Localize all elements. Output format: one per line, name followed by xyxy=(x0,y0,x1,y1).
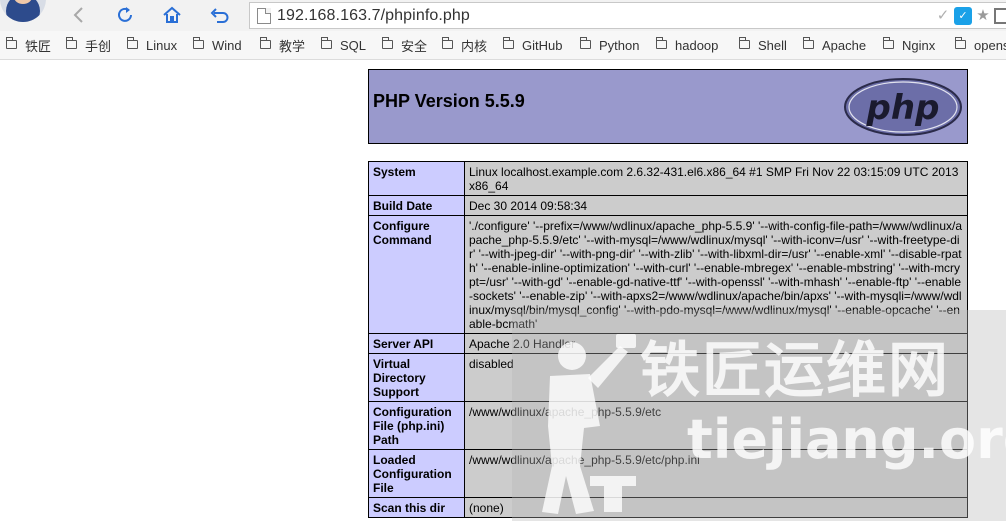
row-value: Apache 2.0 Handler xyxy=(464,333,968,354)
row-key: Server API xyxy=(368,333,465,354)
address-bar[interactable]: 192.168.163.7/phpinfo.php ✓ ✓ ★ xyxy=(249,2,1006,29)
php-version-title: PHP Version 5.5.9 xyxy=(373,91,525,111)
row-value: disabled xyxy=(464,353,968,402)
bookmark-label: Nginx xyxy=(902,38,936,53)
browser-toolbar: 192.168.163.7/phpinfo.php ✓ ✓ ★ xyxy=(0,0,1006,31)
folder-icon xyxy=(6,37,17,49)
shield-icon[interactable]: ✓ xyxy=(954,7,972,25)
bookmark-folder[interactable]: hadoop xyxy=(656,31,719,59)
check-icon[interactable]: ✓ xyxy=(934,7,952,25)
bookmark-label: 教学 xyxy=(279,39,306,54)
home-button[interactable] xyxy=(159,3,185,27)
table-row: Configuration File (php.ini) Path /www/w… xyxy=(368,401,968,450)
row-key: Scan this dir xyxy=(368,497,465,518)
folder-icon xyxy=(883,37,894,49)
user-avatar[interactable] xyxy=(0,0,46,22)
bookmark-folder[interactable]: 教学 xyxy=(260,31,306,59)
folder-icon xyxy=(656,37,667,49)
back-button[interactable] xyxy=(66,3,92,27)
bookmark-label: Apache xyxy=(822,38,867,53)
home-icon xyxy=(163,6,181,23)
bookmark-label: Wind xyxy=(212,38,242,53)
php-logo-text: php xyxy=(866,88,940,128)
folder-icon xyxy=(955,37,966,49)
folder-icon xyxy=(66,37,77,49)
bookmark-folder[interactable]: 安全 xyxy=(382,31,428,59)
bookmark-folder[interactable]: 手创 xyxy=(66,31,112,59)
bookmark-label: 安全 xyxy=(401,39,428,54)
row-value: Dec 30 2014 09:58:34 xyxy=(464,195,968,216)
qr-code-icon[interactable] xyxy=(994,8,1006,24)
row-key: System xyxy=(368,161,465,196)
folder-icon xyxy=(260,37,271,49)
bookmark-label: 铁匠 xyxy=(25,39,52,54)
bookmark-folder[interactable]: Shell xyxy=(739,31,787,59)
bookmark-folder[interactable]: opens xyxy=(955,31,1006,59)
table-row: Build Date Dec 30 2014 09:58:34 xyxy=(368,195,968,216)
table-row: Configure Command './configure' '--prefi… xyxy=(368,215,968,334)
bookmark-folder[interactable]: SQL xyxy=(321,31,367,59)
bookmark-folder[interactable]: Nginx xyxy=(883,31,936,59)
row-key: Build Date xyxy=(368,195,465,216)
bookmark-label: Linux xyxy=(146,38,178,53)
table-row: Scan this dir (none) xyxy=(368,497,968,518)
bookmark-label: 内核 xyxy=(461,39,488,54)
page-content: PHP Version 5.5.9 php System Linux local… xyxy=(0,61,1006,521)
address-bar-icons: ✓ ✓ ★ xyxy=(934,7,1006,25)
bookmark-folder[interactable]: GitHub xyxy=(503,31,563,59)
row-key: Virtual Directory Support xyxy=(368,353,465,402)
folder-icon xyxy=(803,37,814,49)
bookmark-folder[interactable]: 内核 xyxy=(442,31,488,59)
bookmark-label: 手创 xyxy=(85,39,112,54)
php-logo-icon: php xyxy=(844,78,962,136)
row-value: /www/wdlinux/apache_php-5.5.9/etc xyxy=(464,401,968,450)
table-row: Virtual Directory Support disabled xyxy=(368,353,968,402)
bookmark-label: Shell xyxy=(758,38,787,53)
undo-close-tab-button[interactable] xyxy=(206,3,232,27)
row-value: Linux localhost.example.com 2.6.32-431.e… xyxy=(464,161,968,196)
bookmark-label: GitHub xyxy=(522,38,563,53)
php-version-header: PHP Version 5.5.9 php xyxy=(368,69,968,144)
row-key: Configure Command xyxy=(368,215,465,334)
back-arrow-icon xyxy=(73,7,83,23)
table-row: System Linux localhost.example.com 2.6.3… xyxy=(368,161,968,196)
reload-icon xyxy=(118,7,132,22)
undo-icon xyxy=(210,8,229,23)
folder-icon xyxy=(503,37,514,49)
row-value: /www/wdlinux/apache_php-5.5.9/etc/php.in… xyxy=(464,449,968,498)
folder-icon xyxy=(739,37,750,49)
row-key: Configuration File (php.ini) Path xyxy=(368,401,465,450)
bookmark-folder[interactable]: Wind xyxy=(193,31,242,59)
bookmark-label: SQL xyxy=(340,38,367,53)
table-row: Server API Apache 2.0 Handler xyxy=(368,333,968,354)
row-value: './configure' '--prefix=/www/wdlinux/apa… xyxy=(464,215,968,334)
folder-icon xyxy=(580,37,591,49)
bookmark-label: hadoop xyxy=(675,38,719,53)
table-row: Loaded Configuration File /www/wdlinux/a… xyxy=(368,449,968,498)
folder-icon xyxy=(382,37,393,49)
php-info-table: System Linux localhost.example.com 2.6.3… xyxy=(368,161,968,518)
reload-button[interactable] xyxy=(112,3,138,27)
bookmark-folder[interactable]: Python xyxy=(580,31,640,59)
row-value: (none) xyxy=(464,497,968,518)
folder-icon xyxy=(321,37,332,49)
row-key: Loaded Configuration File xyxy=(368,449,465,498)
url-text[interactable]: 192.168.163.7/phpinfo.php xyxy=(277,7,470,25)
bookmarks-bar: 铁匠 手创 Linux Wind 教学 SQL 安全 内核 GitHub Pyt… xyxy=(0,31,1006,60)
bookmark-folder[interactable]: Apache xyxy=(803,31,867,59)
bookmark-folder[interactable]: Linux xyxy=(127,31,178,59)
folder-icon xyxy=(442,37,453,49)
folder-icon xyxy=(193,37,204,49)
bookmark-label: opens xyxy=(974,38,1006,53)
bookmark-label: Python xyxy=(599,38,640,53)
star-icon[interactable]: ★ xyxy=(974,7,992,25)
page-icon xyxy=(257,7,271,24)
bookmark-folder[interactable]: 铁匠 xyxy=(6,31,52,59)
folder-icon xyxy=(127,37,138,49)
